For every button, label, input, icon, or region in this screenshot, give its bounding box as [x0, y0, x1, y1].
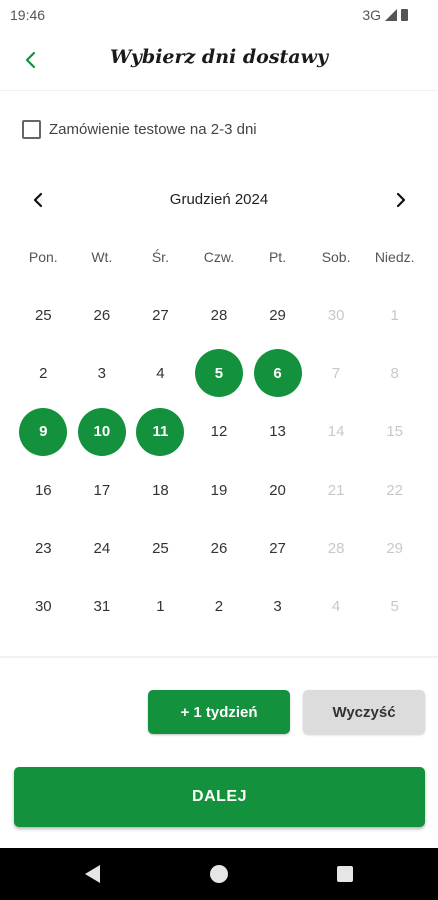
calendar-day[interactable]: 26: [78, 291, 126, 339]
calendar-day-disabled: 29: [386, 539, 403, 557]
calendar-day-disabled: 21: [327, 481, 345, 499]
calendar-week-row: 30 31 1 2 3 4 5: [14, 577, 424, 635]
weekday-label: Śr.: [151, 249, 169, 265]
calendar-day-selected[interactable]: 10: [77, 407, 126, 456]
calendar-week-row: 9 10 11 12 13 14 15: [14, 403, 424, 461]
calendar-day[interactable]: 26: [195, 524, 243, 572]
calendar-day[interactable]: 27: [136, 291, 184, 339]
calendar-week-row: 16 17 18 19 20 21 22: [14, 461, 424, 519]
calendar-day[interactable]: 12: [195, 408, 243, 456]
calendar-day-disabled: 30: [327, 306, 345, 324]
calendar-day[interactable]: 24: [78, 524, 126, 572]
calendar-week-row: 23456 7 8: [14, 344, 424, 402]
calendar-day[interactable]: 13: [254, 408, 302, 456]
calendar-day[interactable]: 1: [136, 583, 184, 631]
test-order-option[interactable]: Zamówienie testowe na 2-3 dni: [22, 120, 257, 139]
calendar-day[interactable]: 27: [254, 524, 302, 572]
chevron-right-icon: [396, 192, 406, 208]
calendar-day-selected[interactable]: 6: [253, 349, 302, 398]
app-bar: Wybierz dni dostawy: [0, 30, 438, 90]
calendar-day[interactable]: 2: [19, 349, 67, 397]
add-week-button[interactable]: + 1 tydzień: [148, 690, 290, 734]
calendar: Pon. Wt. Śr. Czw. Pt. Sob. Niedz. 25 26 27 28 29 30…: [14, 228, 424, 636]
month-navigation: Grudzień 2024: [0, 185, 438, 215]
calendar-day-disabled: 1: [390, 306, 399, 324]
weekday-label: Sob.: [321, 249, 351, 265]
calendar-day[interactable]: 4: [136, 349, 184, 397]
weekday-label: Pon.: [28, 249, 58, 265]
battery-icon: [401, 9, 408, 21]
recents-square-icon[interactable]: [337, 866, 353, 882]
next-month-button[interactable]: [389, 187, 413, 213]
calendar-day-disabled: 15: [386, 423, 403, 441]
calendar-day[interactable]: 29: [254, 291, 302, 339]
weekday-header-row: Pon. Wt. Śr. Czw. Pt. Sob. Niedz.: [14, 228, 424, 286]
calendar-day[interactable]: 3: [78, 349, 126, 397]
calendar-day-disabled: 5: [390, 598, 399, 616]
calendar-day-disabled: 7: [331, 364, 341, 382]
calendar-day[interactable]: 20: [254, 466, 302, 514]
calendar-day[interactable]: 31: [78, 583, 126, 631]
calendar-divider: [0, 656, 438, 658]
next-button[interactable]: DALEJ: [14, 767, 425, 827]
status-indicators: 3G: [362, 7, 408, 23]
calendar-day[interactable]: 2: [195, 583, 243, 631]
weekday-label: Niedz.: [374, 249, 415, 265]
calendar-day[interactable]: 3: [254, 583, 302, 631]
calendar-day[interactable]: 16: [19, 466, 67, 514]
weekday-label: Pt.: [268, 249, 287, 265]
calendar-week-row: 25 26 27 28 29 30 1: [14, 286, 424, 344]
header-divider: [0, 90, 438, 91]
calendar-day-selected[interactable]: 5: [194, 349, 243, 398]
status-bar: 19:46 3G: [0, 0, 438, 30]
calendar-day-disabled: 22: [386, 481, 403, 499]
back-triangle-icon[interactable]: [82, 863, 104, 885]
calendar-day-selected[interactable]: 11: [136, 407, 185, 456]
calendar-day[interactable]: 28: [195, 291, 243, 339]
calendar-day[interactable]: 30: [19, 583, 67, 631]
calendar-day-disabled: 14: [327, 423, 345, 441]
test-order-checkbox[interactable]: [22, 120, 41, 139]
calendar-week-row: 23 24 25 26 27 28 29: [14, 519, 424, 577]
calendar-day[interactable]: 19: [195, 466, 243, 514]
page-title: Wybierz dni dostawy: [109, 46, 329, 68]
month-label: Grudzień 2024: [169, 191, 269, 208]
weekday-label: Wt.: [91, 249, 113, 265]
calendar-day[interactable]: 25: [136, 524, 184, 572]
calendar-day-disabled: 8: [390, 364, 399, 382]
calendar-day[interactable]: 17: [78, 466, 126, 514]
calendar-day[interactable]: 18: [136, 466, 184, 514]
calendar-day-disabled: 28: [327, 539, 345, 557]
weekday-label: Czw.: [203, 249, 235, 265]
calendar-day[interactable]: 25: [19, 291, 67, 339]
calendar-grid: 25 26 27 28 29 30 1 2 3 4 5 6 7 8 9 10 11 12 13 14 15 16 17 18 1…: [14, 286, 424, 636]
status-time: 19:46: [10, 7, 46, 23]
test-order-label: Zamówienie testowe na 2-3 dni: [49, 121, 257, 138]
clear-button[interactable]: Wyczyść: [303, 690, 425, 734]
calendar-day-selected[interactable]: 9: [19, 407, 68, 456]
calendar-day-disabled: 4: [331, 598, 341, 616]
network-type: 3G: [362, 7, 381, 23]
home-circle-icon[interactable]: [210, 865, 228, 883]
calendar-day[interactable]: 23: [19, 524, 67, 572]
system-navigation-bar: [0, 848, 438, 900]
signal-icon: [385, 9, 397, 21]
